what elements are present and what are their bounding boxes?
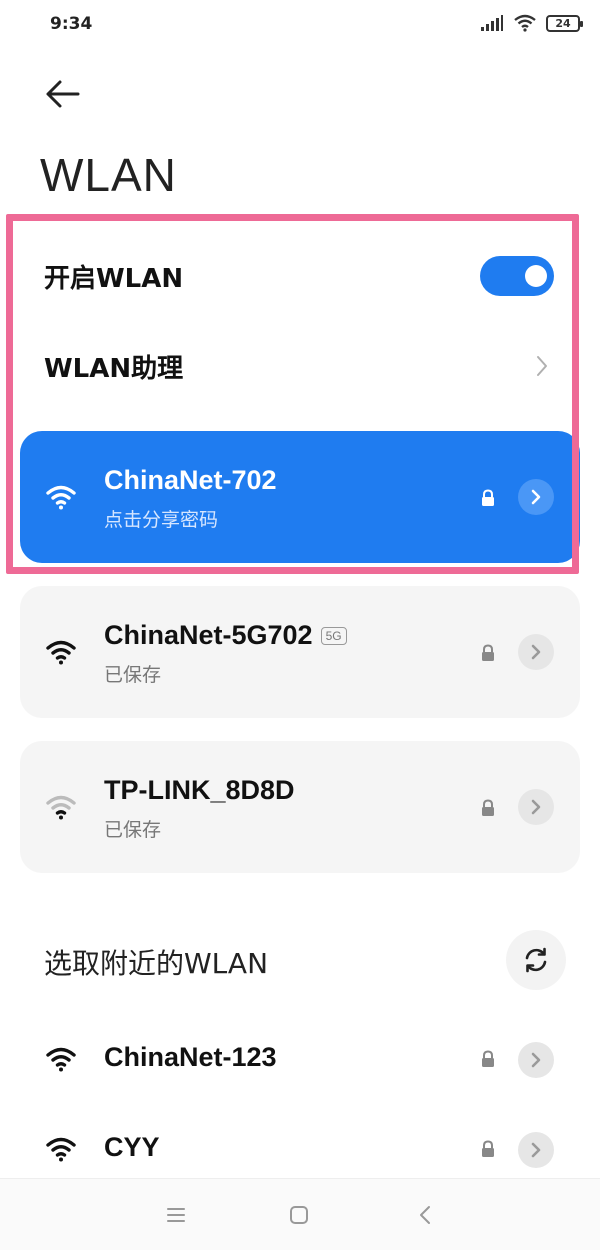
network-name: CYY: [104, 1132, 160, 1163]
menu-icon: [167, 1208, 185, 1222]
badge-5g: 5G: [320, 626, 347, 645]
nearby-network-row[interactable]: CYY: [20, 1114, 580, 1184]
chevron-right-icon: [531, 644, 541, 660]
chevron-right-icon: [537, 356, 547, 376]
signal-icon: [481, 15, 503, 31]
wlan-assistant-row[interactable]: WLAN助理: [20, 338, 580, 394]
network-name-text: ChinaNet-123: [104, 1042, 277, 1072]
network-name: ChinaNet-5G702 5G: [104, 620, 347, 651]
network-name-text: CYY: [104, 1132, 160, 1162]
back-icon: [420, 1206, 430, 1224]
network-card-saved[interactable]: ChinaNet-5G702 5G 已保存: [20, 586, 580, 718]
battery-icon: 24: [546, 14, 583, 32]
status-bar: 9:34 24: [0, 0, 600, 52]
home-button[interactable]: [285, 1201, 313, 1229]
nearby-network-row[interactable]: ChinaNet-123: [20, 1024, 580, 1094]
network-details-button[interactable]: [518, 1132, 554, 1168]
network-name: ChinaNet-702: [104, 465, 277, 496]
arrow-left-icon: [46, 80, 80, 108]
page-title: WLAN: [40, 149, 177, 201]
wifi-icon: [46, 1137, 76, 1162]
wlan-assistant-label: WLAN助理: [44, 353, 184, 384]
network-card-saved[interactable]: TP-LINK_8D8D 已保存: [20, 741, 580, 873]
wifi-icon: [46, 1047, 76, 1072]
lock-icon: [482, 1140, 494, 1157]
home-icon: [290, 1206, 308, 1224]
wlan-toggle-label: 开启WLAN: [44, 263, 184, 294]
lock-icon: [482, 644, 494, 661]
network-subtitle: 点击分享密码: [104, 509, 219, 531]
wlan-toggle-row[interactable]: 开启WLAN: [20, 248, 580, 304]
system-nav-bar: [0, 1178, 600, 1250]
network-details-button[interactable]: [518, 479, 554, 515]
network-details-button[interactable]: [518, 634, 554, 670]
network-name-text: ChinaNet-5G702: [104, 620, 313, 650]
wifi-status-icon: [514, 14, 536, 32]
network-details-button[interactable]: [518, 789, 554, 825]
wifi-weak-icon: [46, 795, 76, 820]
network-name-text: ChinaNet-702: [104, 465, 277, 495]
network-subtitle: 已保存: [104, 664, 162, 686]
status-time: 9:34: [50, 14, 93, 34]
chevron-right-icon: [531, 1052, 541, 1068]
network-name: TP-LINK_8D8D: [104, 775, 295, 806]
chevron-right-icon: [531, 1142, 541, 1158]
lock-icon: [482, 1050, 494, 1067]
recent-apps-button[interactable]: [162, 1201, 190, 1229]
network-subtitle: 已保存: [104, 819, 162, 841]
nearby-section-title: 选取附近的WLAN: [44, 947, 269, 980]
network-name: ChinaNet-123: [104, 1042, 277, 1073]
lock-icon: [482, 489, 494, 506]
back-button[interactable]: [42, 74, 86, 114]
toggle-knob: [525, 265, 547, 287]
status-icons: 24: [480, 14, 583, 32]
refresh-icon: [525, 947, 547, 973]
wifi-icon: [46, 485, 76, 510]
system-back-button[interactable]: [412, 1201, 440, 1229]
wifi-icon: [46, 640, 76, 665]
network-card-connected[interactable]: ChinaNet-702 点击分享密码: [20, 431, 580, 563]
chevron-right-icon: [531, 799, 541, 815]
network-details-button[interactable]: [518, 1042, 554, 1078]
refresh-button[interactable]: [506, 930, 566, 990]
lock-icon: [482, 799, 494, 816]
network-name-text: TP-LINK_8D8D: [104, 775, 295, 805]
chevron-right-icon: [531, 489, 541, 505]
wlan-toggle-switch[interactable]: [480, 256, 554, 296]
